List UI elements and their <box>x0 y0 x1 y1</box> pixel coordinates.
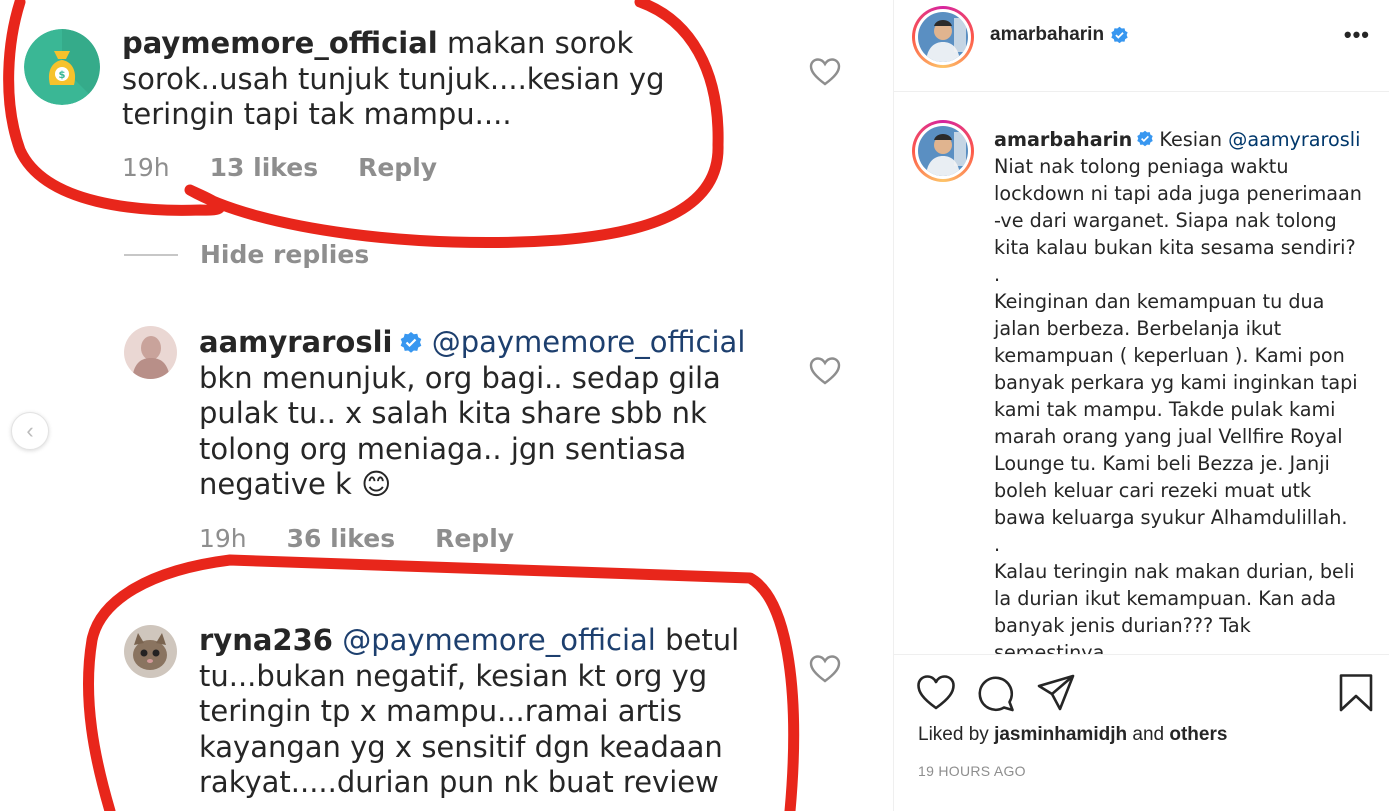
post-side-panel: amarbaharin ••• amarbaharin Kesian @aamyr… <box>893 0 1389 811</box>
header-avatar[interactable] <box>912 6 974 68</box>
comment-icon[interactable] <box>976 673 1016 713</box>
paper-plane-icon[interactable] <box>1036 673 1076 713</box>
comment-2-text: aamyrarosli @paymemore_official bkn menu… <box>199 325 746 501</box>
caption-area[interactable]: amarbaharin Kesian @aamyrarosli Niat nak … <box>894 92 1389 654</box>
header-username[interactable]: amarbaharin <box>990 24 1129 46</box>
liked-by: Liked by jasminhamidjh and others <box>918 724 1228 745</box>
comment-1-likes: 13 likes <box>209 153 319 182</box>
more-options-button[interactable]: ••• <box>1344 22 1370 48</box>
comment-3-text: ryna236 @paymemore_official betul tu...b… <box>199 623 740 799</box>
verified-badge-icon <box>1111 26 1128 43</box>
paymemore-avatar: $ <box>24 29 100 105</box>
hide-replies: Hide replies <box>124 240 369 269</box>
ryna236-avatar <box>124 625 177 678</box>
aamyrarosli-avatar <box>124 326 177 379</box>
post-timestamp: 19 HOURS AGO <box>918 763 1026 779</box>
heart-icon <box>809 58 841 86</box>
caption-mention-link[interactable]: @aamyrarosli <box>1228 128 1360 151</box>
caption-username[interactable]: amarbaharin <box>994 128 1132 151</box>
heart-icon[interactable] <box>916 673 956 713</box>
comment-1-time: 19h <box>122 153 170 182</box>
liked-by-others[interactable]: others <box>1169 724 1227 745</box>
svg-text:$: $ <box>59 70 66 81</box>
previous-arrow-button[interactable]: ‹ <box>11 412 49 450</box>
comment-1-text: paymemore_official makan sorok sorok..us… <box>122 26 665 131</box>
verified-badge-icon <box>1137 130 1154 147</box>
post-actions: Liked by jasminhamidjh and others 19 HOU… <box>894 654 1389 811</box>
bookmark-icon[interactable] <box>1336 673 1376 713</box>
verified-badge-icon <box>400 332 421 353</box>
comment-2-likes: 36 likes <box>286 524 396 553</box>
comment-1-reply: Reply <box>358 153 438 182</box>
heart-icon <box>809 357 841 385</box>
heart-icon <box>809 655 841 683</box>
post-header: amarbaharin ••• <box>894 0 1389 92</box>
liked-by-user[interactable]: jasminhamidjh <box>994 724 1127 745</box>
comment-2-time: 19h <box>199 524 247 553</box>
caption-text: amarbaharin Kesian @aamyrarosli Niat nak … <box>994 128 1362 654</box>
comment-2-reply: Reply <box>435 524 515 553</box>
comment-1-meta: 19h 13 likes Reply <box>122 153 477 182</box>
comment-2-meta: 19h 36 likes Reply <box>199 524 554 553</box>
caption-avatar[interactable] <box>912 120 974 182</box>
smile-emoji: 😊 <box>361 467 392 501</box>
comments-screenshot: $ paymemore_official makan sorok sorok..… <box>0 0 893 811</box>
